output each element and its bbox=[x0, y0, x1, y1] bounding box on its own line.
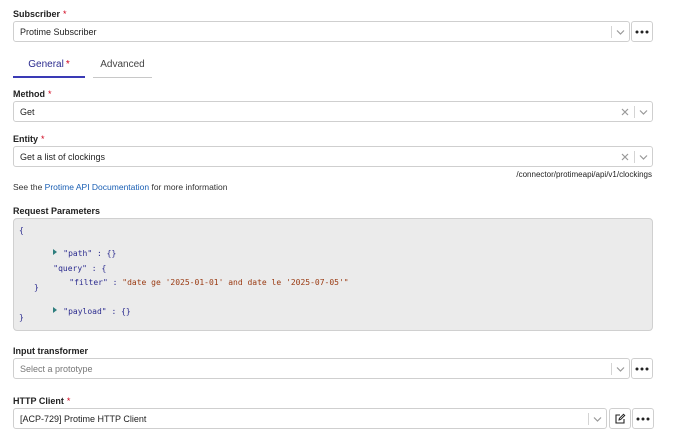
request-parameters-label: Request Parameters bbox=[13, 206, 101, 216]
chevron-down-icon[interactable] bbox=[615, 363, 626, 375]
json-value-filter: "date ge '2025-01-01' and date le '2025-… bbox=[122, 278, 349, 287]
entity-label: Entity * bbox=[13, 134, 45, 144]
entity-path-hint: /connector/protimeapi/api/v1/clockings bbox=[516, 170, 652, 179]
input-transformer-label: Input transformer bbox=[13, 346, 89, 356]
select-divider bbox=[588, 413, 589, 425]
select-divider bbox=[634, 151, 635, 163]
expand-triangle-icon[interactable] bbox=[53, 307, 58, 313]
tab-general[interactable]: General * bbox=[13, 54, 85, 78]
http-client-edit-button[interactable] bbox=[609, 408, 631, 429]
subscriber-value: Protime Subscriber bbox=[20, 27, 97, 37]
json-close-brace: } bbox=[19, 313, 24, 322]
json-value-payload: {} bbox=[121, 307, 131, 316]
http-client-label: HTTP Client * bbox=[13, 396, 71, 406]
select-divider bbox=[634, 106, 635, 118]
select-divider bbox=[611, 363, 612, 375]
chevron-down-icon[interactable] bbox=[638, 106, 649, 118]
method-label: Method * bbox=[13, 89, 52, 99]
subscriber-select[interactable]: Protime Subscriber bbox=[13, 21, 630, 42]
more-horizontal-icon bbox=[636, 417, 650, 420]
chevron-down-icon[interactable] bbox=[638, 151, 649, 163]
json-value-path: {} bbox=[106, 249, 117, 258]
json-separator: : bbox=[107, 278, 123, 287]
input-transformer-more-button[interactable] bbox=[631, 358, 653, 379]
tab-bar: General * Advanced bbox=[13, 54, 213, 78]
api-documentation-link[interactable]: Protime API Documentation bbox=[45, 182, 149, 192]
entity-select[interactable]: Get a list of clockings bbox=[13, 146, 653, 167]
subscriber-more-button[interactable] bbox=[631, 21, 653, 42]
close-icon[interactable] bbox=[620, 152, 630, 162]
input-transformer-placeholder: Select a prototype bbox=[20, 364, 93, 374]
http-client-value: [ACP-729] Protime HTTP Client bbox=[20, 414, 147, 424]
json-open-brace: { bbox=[19, 226, 24, 235]
json-separator: : bbox=[106, 307, 122, 316]
subscriber-label: Subscriber * bbox=[13, 9, 67, 19]
http-client-more-button[interactable] bbox=[632, 408, 654, 429]
select-divider bbox=[611, 26, 612, 38]
more-horizontal-icon bbox=[635, 367, 649, 370]
http-client-select[interactable]: [ACP-729] Protime HTTP Client bbox=[13, 408, 607, 429]
chevron-down-icon[interactable] bbox=[592, 413, 603, 425]
chevron-down-icon[interactable] bbox=[615, 26, 626, 38]
input-transformer-select[interactable]: Select a prototype bbox=[13, 358, 630, 379]
method-select[interactable]: Get bbox=[13, 101, 653, 122]
json-query-close: } bbox=[34, 283, 39, 292]
more-horizontal-icon bbox=[635, 30, 649, 33]
json-key-filter: "filter" bbox=[69, 278, 108, 287]
json-key-payload: "payload" bbox=[63, 307, 107, 316]
documentation-note: See the Protime API Documentation for mo… bbox=[13, 182, 228, 192]
request-parameters-editor[interactable]: { "path" : {} "query" : { "filter" : "da… bbox=[13, 218, 653, 331]
method-value: Get bbox=[20, 107, 35, 117]
entity-value: Get a list of clockings bbox=[20, 152, 106, 162]
close-icon[interactable] bbox=[620, 107, 630, 117]
tab-advanced[interactable]: Advanced bbox=[93, 54, 152, 78]
edit-icon bbox=[615, 413, 626, 424]
